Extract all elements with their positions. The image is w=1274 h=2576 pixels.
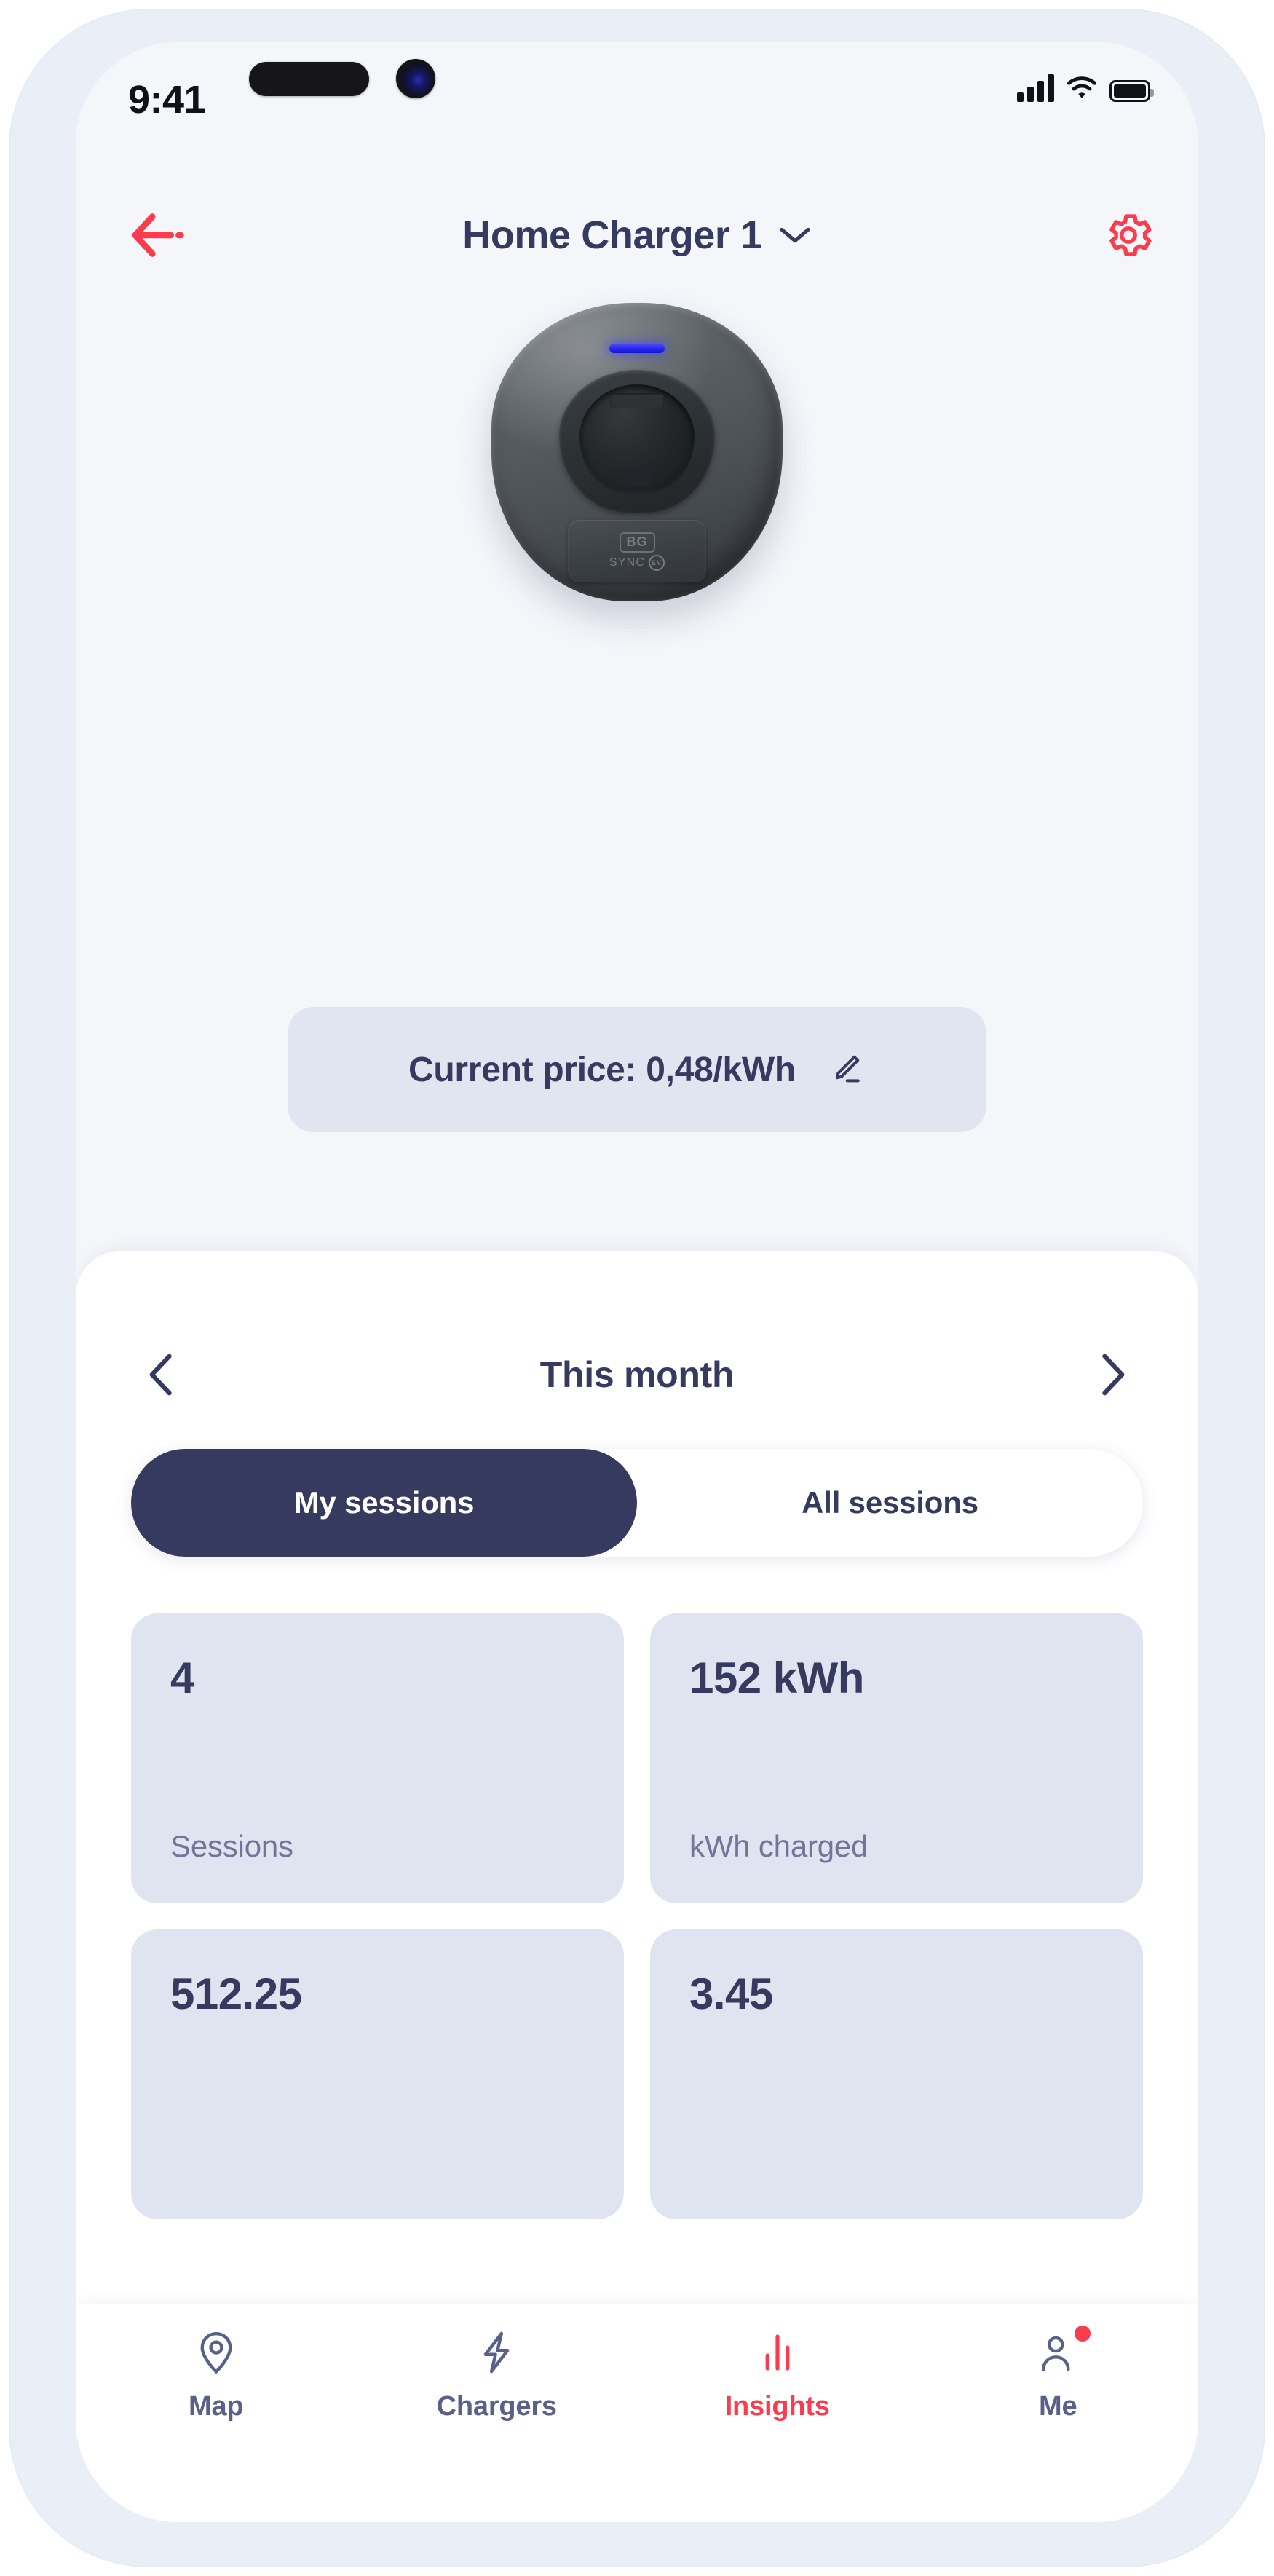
notification-badge-dot — [1075, 2326, 1091, 2342]
stat-card-sessions[interactable]: 4 Sessions — [131, 1613, 624, 1903]
brand-badge: BG SYNC EV — [568, 520, 706, 582]
period-label: This month — [539, 1354, 735, 1395]
phone-screen: 9:41 Home Charger 1 BG SYNC EV Current p… — [76, 42, 1198, 2522]
bar-chart-icon — [753, 2328, 802, 2377]
tab-label: Me — [1039, 2391, 1077, 2422]
person-icon — [1034, 2326, 1091, 2377]
settings-button[interactable] — [1101, 208, 1156, 263]
tab-label: Map — [189, 2391, 244, 2422]
stat-value: 3.45 — [689, 1969, 773, 2018]
dynamic-island — [249, 62, 369, 96]
brand-ev-badge: EV — [649, 554, 665, 571]
screenshot-root: 9:41 Home Charger 1 BG SYNC EV Current p… — [0, 0, 1274, 2576]
brand-bg-label: BG — [619, 532, 655, 553]
stat-value: 512.25 — [170, 1969, 302, 2018]
charger-socket-icon — [579, 384, 695, 494]
tab-all-sessions[interactable]: All sessions — [637, 1449, 1143, 1557]
bottom-tab-bar: Map Chargers Insights Me — [76, 2304, 1198, 2522]
chevron-right-icon[interactable] — [1095, 1351, 1130, 1398]
stat-value: 152 kWh — [689, 1654, 864, 1702]
tab-map[interactable]: Map — [129, 2328, 304, 2422]
tab-me[interactable]: Me — [970, 2326, 1145, 2422]
lightning-bolt-icon — [472, 2328, 521, 2377]
status-bar-indicators — [1017, 74, 1154, 102]
map-pin-icon — [192, 2328, 240, 2377]
charger-socket-ring — [559, 370, 715, 513]
battery-full-icon — [1109, 80, 1154, 102]
cellular-bars-icon — [1017, 74, 1054, 102]
gear-icon — [1109, 214, 1152, 256]
stat-card-fourth[interactable]: 3.45 — [650, 1929, 1143, 2219]
stat-card-kwh-charged[interactable]: 152 kWh kWh charged — [650, 1613, 1143, 1903]
wifi-icon — [1067, 76, 1097, 98]
tab-label: Insights — [724, 2391, 830, 2422]
stats-grid: 4 Sessions 152 kWh kWh charged 512.25 3.… — [131, 1613, 1143, 2219]
tab-label: Chargers — [436, 2391, 557, 2422]
status-led-indicator — [609, 344, 665, 353]
stat-caption: kWh charged — [689, 1829, 869, 1863]
tab-insights[interactable]: Insights — [690, 2328, 865, 2422]
charger-hero: BG SYNC EV — [76, 290, 1198, 603]
brand-sync-text: SYNC — [609, 556, 646, 569]
front-camera-icon — [396, 59, 435, 98]
page-title: Home Charger 1 — [462, 213, 762, 257]
chevron-left-icon[interactable] — [144, 1351, 179, 1398]
status-bar: 9:41 — [76, 42, 1198, 166]
charger-device-image: BG SYNC EV — [491, 303, 783, 601]
status-bar-time: 9:41 — [128, 78, 206, 122]
insights-sheet: This month My sessions All sessions 4 Se… — [76, 1251, 1198, 2522]
period-navigator: This month — [76, 1338, 1198, 1411]
app-header: Home Charger 1 — [76, 188, 1198, 283]
pencil-edit-icon[interactable] — [825, 1049, 866, 1090]
current-price-label: Current price: 0,48/kWh — [408, 1050, 796, 1089]
sessions-segmented-control: My sessions All sessions — [131, 1449, 1143, 1557]
current-price-row[interactable]: Current price: 0,48/kWh — [288, 1007, 986, 1132]
brand-sync-label: SYNC EV — [609, 554, 665, 571]
stat-caption: Sessions — [170, 1829, 293, 1863]
stat-card-third[interactable]: 512.25 — [131, 1929, 624, 2219]
tab-chargers[interactable]: Chargers — [409, 2328, 584, 2422]
tab-my-sessions[interactable]: My sessions — [131, 1449, 637, 1557]
stat-value: 4 — [170, 1654, 194, 1702]
chevron-down-icon — [780, 227, 810, 243]
charger-selector[interactable]: Home Charger 1 — [76, 213, 1198, 258]
